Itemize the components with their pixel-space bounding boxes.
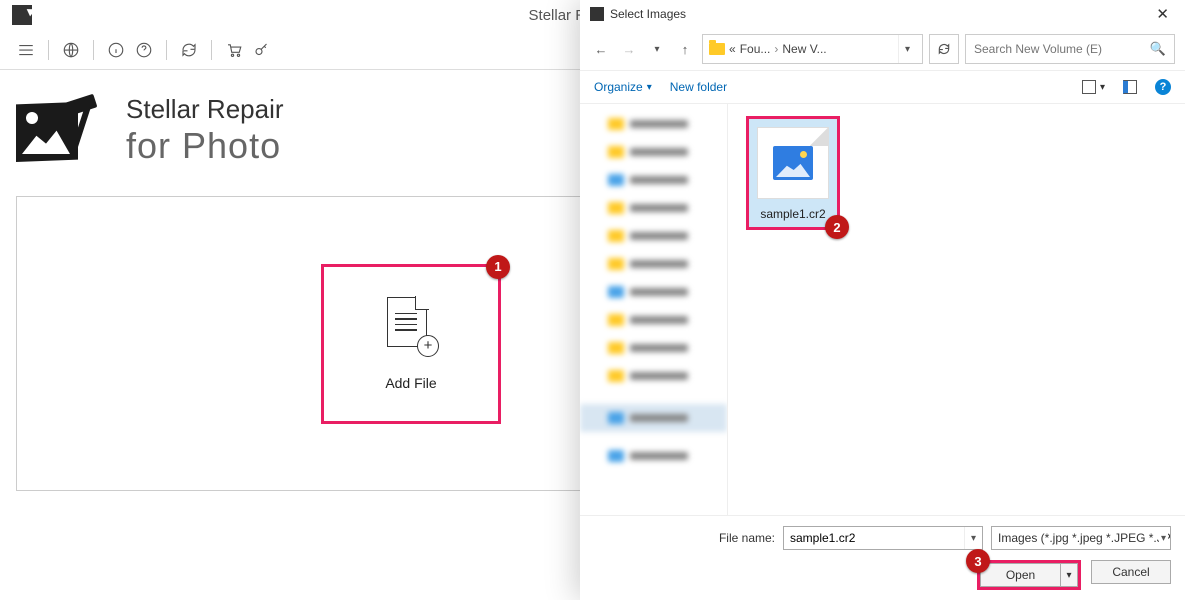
breadcrumb-part-2[interactable]: New V... <box>782 42 826 56</box>
globe-icon[interactable] <box>59 38 83 62</box>
separator <box>48 40 49 60</box>
filename-input[interactable] <box>784 531 964 545</box>
dialog-nav: ← → ▾ ↑ « Fou... › New V... ▾ 🔍 <box>580 28 1185 70</box>
add-file-icon: + <box>381 297 441 359</box>
dialog-command-bar: Organize ▾ New folder ▾ ? <box>580 70 1185 104</box>
select-images-dialog: Select Images ✕ ← → ▾ ↑ « Fou... › New V… <box>580 0 1185 600</box>
open-dropdown[interactable]: ▾ <box>1060 563 1078 587</box>
view-menu[interactable]: ▾ <box>1082 80 1105 94</box>
cart-icon[interactable] <box>222 38 246 62</box>
brand-line2: for Photo <box>126 125 284 167</box>
dialog-help-icon[interactable]: ? <box>1155 79 1171 95</box>
filename-label: File name: <box>719 531 775 545</box>
nav-recent-dropdown[interactable]: ▾ <box>646 38 668 60</box>
breadcrumb-part-1[interactable]: Fou... <box>740 42 771 56</box>
file-type-filter[interactable]: Images (*.jpg *.jpeg *.JPEG *.JPG ▾ <box>991 526 1171 550</box>
preview-pane-icon[interactable] <box>1123 80 1137 94</box>
folder-tree[interactable] <box>580 104 728 515</box>
file-type-text: Images (*.jpg *.jpeg *.JPEG *.JPG <box>998 531 1171 545</box>
dialog-titlebar: Select Images ✕ <box>580 0 1185 28</box>
file-list[interactable]: sample1.cr2 2 <box>728 104 1185 515</box>
help-icon[interactable] <box>132 38 156 62</box>
filename-combobox[interactable]: ▾ <box>783 526 983 550</box>
refresh-icon[interactable] <box>177 38 201 62</box>
new-folder-button[interactable]: New folder <box>670 80 727 94</box>
annotation-badge-1: 1 <box>486 255 510 279</box>
annotation-badge-3: 3 <box>966 549 990 573</box>
annotation-badge-2: 2 <box>825 215 849 239</box>
separator <box>166 40 167 60</box>
close-icon[interactable]: ✕ <box>1150 5 1175 23</box>
file-thumbnail <box>757 127 829 199</box>
breadcrumb-bar[interactable]: « Fou... › New V... ▾ <box>702 34 923 64</box>
info-icon[interactable] <box>104 38 128 62</box>
view-icon <box>1082 80 1096 94</box>
cancel-button[interactable]: Cancel <box>1091 560 1171 584</box>
file-item-selected[interactable]: sample1.cr2 2 <box>746 116 840 230</box>
search-input[interactable] <box>974 42 1142 56</box>
key-icon[interactable] <box>250 38 274 62</box>
separator <box>93 40 94 60</box>
dialog-title: Select Images <box>610 7 686 21</box>
breadcrumb-prefix: « <box>729 42 736 56</box>
add-file-button[interactable]: + Add File 1 <box>321 264 501 424</box>
add-file-label: Add File <box>385 375 436 391</box>
dialog-icon <box>590 7 604 21</box>
folder-icon <box>709 43 725 55</box>
brand-line1: Stellar Repair <box>126 94 284 125</box>
separator <box>211 40 212 60</box>
nav-back-button[interactable]: ← <box>590 38 612 60</box>
chevron-right-icon: › <box>774 42 778 56</box>
open-button[interactable]: Open <box>980 563 1060 587</box>
file-name: sample1.cr2 <box>760 207 825 221</box>
search-box[interactable]: 🔍 <box>965 34 1175 64</box>
nav-refresh-button[interactable] <box>929 34 959 64</box>
organize-menu[interactable]: Organize ▾ <box>594 80 652 94</box>
nav-up-button[interactable]: ↑ <box>674 38 696 60</box>
filename-dropdown[interactable]: ▾ <box>964 527 982 549</box>
dialog-footer: File name: ▾ Images (*.jpg *.jpeg *.JPEG… <box>580 515 1185 600</box>
menu-icon[interactable] <box>14 38 38 62</box>
search-icon[interactable]: 🔍 <box>1150 41 1166 57</box>
nav-forward-button[interactable]: → <box>618 38 640 60</box>
app-logo-icon <box>12 5 32 25</box>
breadcrumb-dropdown[interactable]: ▾ <box>898 35 916 63</box>
file-type-dropdown[interactable]: ▾ <box>1159 527 1168 549</box>
brand-icon <box>16 90 110 170</box>
